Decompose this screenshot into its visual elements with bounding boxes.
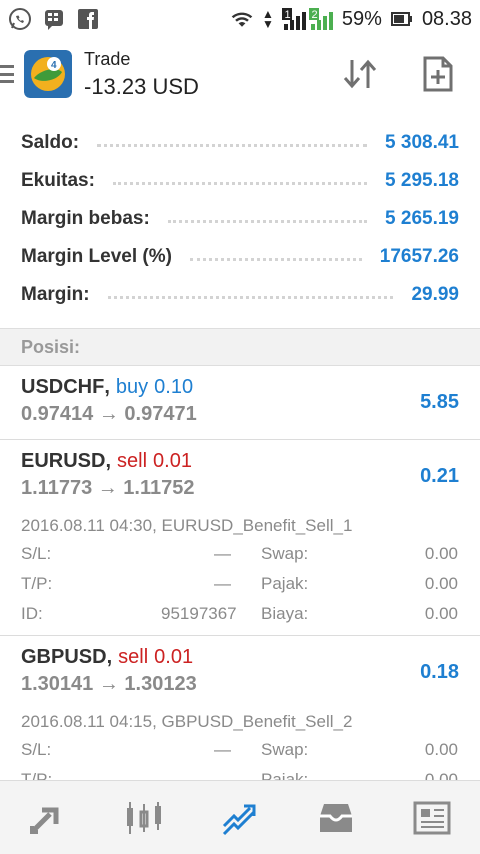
battery-icon bbox=[390, 7, 414, 31]
clock: 08.38 bbox=[421, 7, 472, 30]
margin-row: Margin: 29.99 bbox=[0, 276, 480, 314]
svg-text:1: 1 bbox=[284, 9, 290, 21]
balance-row: Saldo: 5 308.41 bbox=[0, 124, 480, 162]
equity-value: 5 295.18 bbox=[385, 170, 459, 191]
position-symbol: EURUSD bbox=[21, 450, 106, 472]
position-type: buy bbox=[115, 376, 149, 398]
margin-level-label: Margin Level (%) bbox=[21, 246, 172, 267]
svg-text:2: 2 bbox=[311, 9, 317, 21]
sl-label: S/L: bbox=[21, 544, 52, 563]
floating-profit: -13.23 USD bbox=[84, 73, 199, 99]
dot-leader bbox=[107, 295, 394, 299]
sl-label: S/L: bbox=[21, 740, 52, 759]
position-volume: 0.01 bbox=[154, 646, 194, 668]
position-details: S/L: — Swap: 0.00 T/P: — Pajak: 0.00 ID:… bbox=[21, 544, 459, 624]
id-value: 95197367 bbox=[161, 604, 237, 623]
tp-label: T/P: bbox=[21, 770, 53, 780]
tax-value: 0.00 bbox=[424, 574, 458, 593]
status-bar: ▲ ▼ 1 2 59% 08.38 bbox=[0, 0, 480, 38]
position-open-info: 2016.08.11 04:15, GBPUSD_Benefit_Sell_2 bbox=[21, 712, 353, 731]
position-prices: 1.11773 → 1.11752 bbox=[21, 477, 195, 499]
quotes-icon[interactable] bbox=[18, 788, 78, 848]
position-profit: 0.21 bbox=[420, 465, 459, 487]
position-symbol: GBPUSD bbox=[21, 646, 107, 668]
tax-value: 0.00 bbox=[424, 770, 458, 780]
metatrader-logo[interactable]: 4 bbox=[24, 50, 72, 98]
news-icon[interactable] bbox=[402, 788, 462, 848]
position-volume: 0.01 bbox=[153, 450, 192, 472]
svg-text:4: 4 bbox=[51, 60, 57, 71]
equity-row: Ekuitas: 5 295.18 bbox=[0, 162, 480, 200]
position-type: sell bbox=[117, 450, 148, 472]
bbm-icon bbox=[42, 7, 66, 31]
new-order-icon[interactable] bbox=[418, 54, 458, 94]
signal-icon: 1 2 bbox=[281, 7, 334, 31]
trade-icon[interactable] bbox=[210, 788, 270, 848]
tax-label: Pajak: bbox=[261, 574, 309, 593]
sl-value: — bbox=[214, 740, 231, 759]
positions-list[interactable]: USDCHF, buy 0.10 0.97414 → 0.97471 5.85 … bbox=[0, 366, 480, 780]
tp-label: T/P: bbox=[21, 574, 53, 593]
dot-leader bbox=[189, 257, 362, 261]
app-bar: 4 Trade -13.23 USD bbox=[0, 38, 480, 110]
history-icon[interactable] bbox=[306, 788, 366, 848]
facebook-icon bbox=[76, 7, 100, 31]
fee-value: 0.00 bbox=[424, 604, 458, 623]
position-profit: 0.18 bbox=[420, 661, 459, 683]
battery-percent: 59% bbox=[341, 7, 382, 30]
page-title: Trade bbox=[84, 48, 131, 69]
position-volume: 0.10 bbox=[154, 376, 194, 398]
position-prices: 1.30141 → 1.30123 bbox=[21, 673, 197, 695]
dot-leader bbox=[167, 219, 368, 223]
swap-label: Swap: bbox=[261, 740, 309, 759]
balance-label: Saldo: bbox=[21, 132, 80, 153]
free-margin-row: Margin bebas: 5 265.19 bbox=[0, 200, 480, 238]
swap-value: 0.00 bbox=[424, 740, 458, 759]
id-label: ID: bbox=[21, 604, 43, 623]
dot-leader bbox=[112, 181, 368, 185]
dot-leader bbox=[97, 143, 368, 147]
position-item[interactable]: GBPUSD, sell 0.01 1.30141 → 1.30123 0.18… bbox=[0, 636, 480, 780]
position-details: S/L: — Swap: 0.00 T/P: — Pajak: 0.00 bbox=[21, 740, 459, 780]
sl-value: — bbox=[214, 544, 231, 563]
position-open-info: 2016.08.11 04:30, EURUSD_Benefit_Sell_1 bbox=[21, 516, 353, 535]
positions-header-label: Posisi: bbox=[21, 336, 81, 357]
fee-label: Biaya: bbox=[261, 604, 309, 623]
swap-label: Swap: bbox=[261, 544, 309, 563]
wifi-icon bbox=[230, 7, 254, 31]
data-arrows-icon: ▲ ▼ bbox=[262, 7, 274, 31]
menu-icon[interactable] bbox=[0, 63, 18, 85]
position-type: sell bbox=[118, 646, 149, 668]
free-margin-value: 5 265.19 bbox=[385, 208, 459, 229]
free-margin-label: Margin bebas: bbox=[21, 208, 150, 229]
tp-value: — bbox=[214, 770, 231, 780]
positions-section-header: Posisi: bbox=[0, 328, 480, 366]
swap-value: 0.00 bbox=[424, 544, 458, 563]
position-profit: 5.85 bbox=[420, 391, 459, 413]
position-prices: 0.97414 → 0.97471 bbox=[21, 403, 197, 425]
margin-value: 29.99 bbox=[411, 284, 459, 305]
position-item[interactable]: EURUSD, sell 0.01 1.11773 → 1.11752 0.21… bbox=[0, 440, 480, 636]
position-item[interactable]: USDCHF, buy 0.10 0.97414 → 0.97471 5.85 bbox=[0, 366, 480, 440]
balance-value: 5 308.41 bbox=[385, 132, 459, 153]
equity-label: Ekuitas: bbox=[21, 170, 95, 191]
margin-level-value: 17657.26 bbox=[379, 246, 459, 267]
margin-label: Margin: bbox=[21, 284, 90, 305]
tp-value: — bbox=[214, 574, 231, 593]
chart-icon[interactable] bbox=[114, 788, 174, 848]
bottom-navigation bbox=[0, 780, 480, 854]
position-symbol: USDCHF bbox=[21, 376, 105, 398]
margin-level-row: Margin Level (%) 17657.26 bbox=[0, 238, 480, 276]
sort-icon[interactable] bbox=[340, 54, 380, 94]
tax-label: Pajak: bbox=[261, 770, 309, 780]
whatsapp-icon bbox=[8, 7, 32, 31]
account-summary: Saldo: 5 308.41 Ekuitas: 5 295.18 Margin… bbox=[0, 124, 480, 314]
